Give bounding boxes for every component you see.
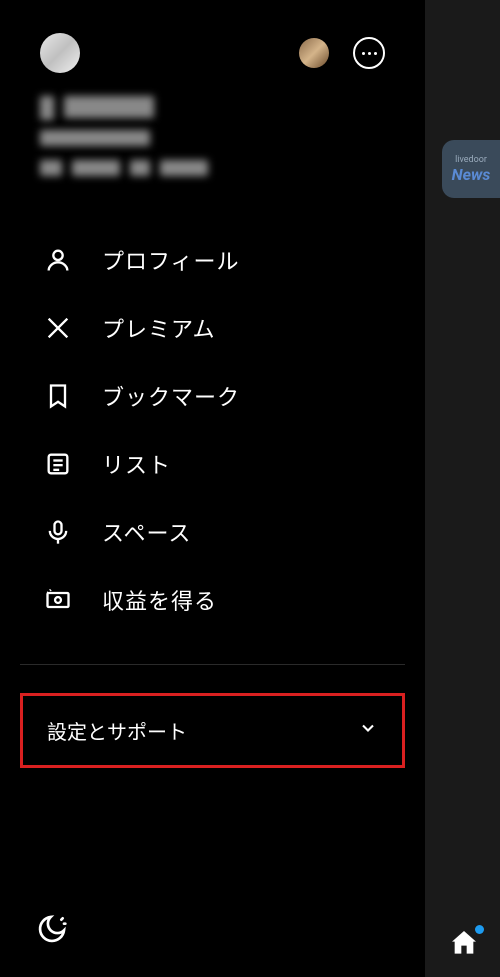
background-panel: livedoor News xyxy=(425,0,500,977)
nav-drawer: プロフィール プレミアム ブックマーク リスト スペース xyxy=(0,0,425,977)
settings-support-row[interactable]: 設定とサポート xyxy=(20,693,405,768)
account-switcher-avatar[interactable] xyxy=(299,38,329,68)
profile-info xyxy=(0,78,425,176)
x-logo-icon xyxy=(44,314,72,342)
nav-label: リスト xyxy=(102,448,171,480)
nav-monetization[interactable]: 収益を得る xyxy=(0,566,425,634)
nav-label: プレミアム xyxy=(102,312,215,344)
nav-premium[interactable]: プレミアム xyxy=(0,294,425,362)
notification-dot-icon xyxy=(475,925,484,934)
divider xyxy=(20,664,405,665)
microphone-icon xyxy=(44,518,72,546)
settings-support-label: 設定とサポート xyxy=(47,716,187,745)
news-line2: News xyxy=(452,165,491,184)
user-avatar[interactable] xyxy=(40,33,80,73)
nav-spaces[interactable]: スペース xyxy=(0,498,425,566)
money-icon xyxy=(44,586,72,614)
nav-label: スペース xyxy=(102,516,191,548)
nav-profile[interactable]: プロフィール xyxy=(0,226,425,294)
list-icon xyxy=(44,450,72,478)
nav-label: 収益を得る xyxy=(102,584,217,616)
nav-label: プロフィール xyxy=(102,244,240,276)
theme-toggle-button[interactable] xyxy=(36,913,72,949)
news-badge[interactable]: livedoor News xyxy=(442,140,500,198)
drawer-header xyxy=(0,28,425,78)
bookmark-icon xyxy=(44,382,72,410)
nav-list: プロフィール プレミアム ブックマーク リスト スペース xyxy=(0,186,425,634)
profile-icon xyxy=(44,246,72,274)
more-button[interactable] xyxy=(353,37,385,69)
home-button[interactable] xyxy=(442,921,486,965)
header-actions xyxy=(299,37,385,69)
chevron-down-icon xyxy=(358,718,378,743)
nav-label: ブックマーク xyxy=(102,380,240,412)
nav-bookmarks[interactable]: ブックマーク xyxy=(0,362,425,430)
more-dots-icon xyxy=(362,52,377,55)
nav-lists[interactable]: リスト xyxy=(0,430,425,498)
news-line1: livedoor xyxy=(455,155,487,165)
